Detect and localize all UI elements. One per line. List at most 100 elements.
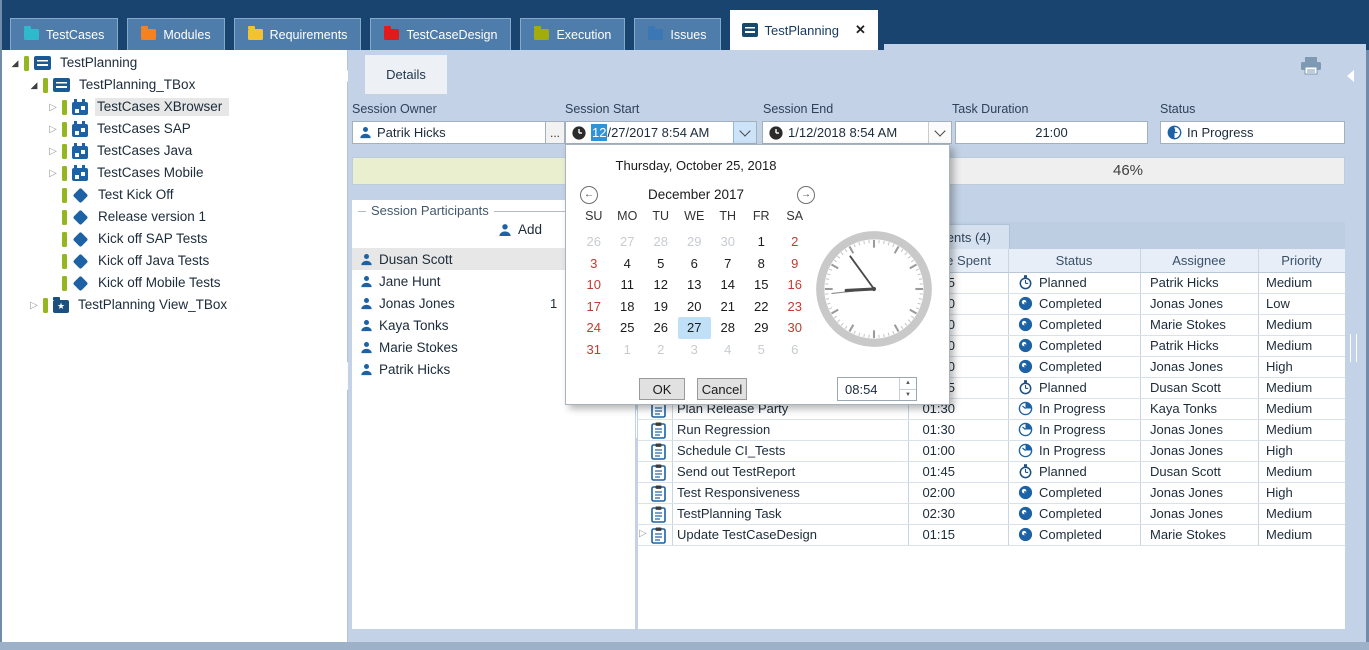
tree-item-testcases-xbrowser[interactable]: ▷TestCases XBrowser bbox=[2, 96, 347, 118]
collapse-right-panel-icon[interactable] bbox=[1347, 70, 1354, 82]
tree-item-testplanning-view-tbox[interactable]: ▷★TestPlanning View_TBox bbox=[2, 294, 347, 316]
cancel-button[interactable]: Cancel bbox=[697, 378, 747, 400]
collapsed-icon[interactable]: ▷ bbox=[46, 124, 60, 135]
table-row[interactable]: Run Regression01:30In ProgressJonas Jone… bbox=[638, 420, 1345, 441]
calendar-day[interactable]: 7 bbox=[711, 253, 745, 275]
calendar-day[interactable]: 1 bbox=[745, 231, 779, 253]
calendar-day[interactable]: 30 bbox=[778, 317, 812, 339]
session-owner-field[interactable]: Patrik Hicks ... bbox=[352, 121, 565, 144]
tree-item-testplanning[interactable]: ◢TestPlanning bbox=[2, 52, 347, 74]
session-end-field[interactable]: 1/12/2018 8:54 AM bbox=[762, 121, 952, 144]
tab-issues[interactable]: Issues bbox=[634, 18, 720, 50]
column-assignee[interactable]: Assignee bbox=[1140, 253, 1258, 268]
calendar-day[interactable]: 6 bbox=[678, 253, 712, 275]
calendar-day[interactable]: 3 bbox=[577, 253, 611, 275]
calendar-day[interactable]: 23 bbox=[778, 296, 812, 318]
tab-details[interactable]: Details bbox=[365, 55, 447, 94]
collapsed-icon[interactable]: ▷ bbox=[27, 300, 41, 311]
session-end-dropdown-button[interactable] bbox=[928, 122, 951, 143]
spinner-down-icon[interactable]: ▼ bbox=[900, 389, 916, 401]
collapse-left-panel-icon[interactable] bbox=[341, 70, 348, 82]
close-icon[interactable]: ✕ bbox=[855, 22, 866, 38]
next-month-icon[interactable]: → bbox=[797, 186, 815, 204]
table-row[interactable]: Send out TestReport01:45PlannedDusan Sco… bbox=[638, 462, 1345, 483]
calendar-day[interactable]: 21 bbox=[711, 296, 745, 318]
task-duration-field[interactable]: 21:00 bbox=[955, 121, 1148, 144]
tree-item-testcases-sap[interactable]: ▷TestCases SAP bbox=[2, 118, 347, 140]
calendar-day[interactable]: 5 bbox=[644, 253, 678, 275]
tab-execution[interactable]: Execution bbox=[520, 18, 625, 50]
tree-item-kick-off-sap-tests[interactable]: Kick off SAP Tests bbox=[2, 228, 347, 250]
collapsed-icon[interactable]: ▷ bbox=[46, 102, 60, 113]
calendar-day[interactable]: 27 bbox=[611, 231, 645, 253]
tree-item-test-kick-off[interactable]: Test Kick Off bbox=[2, 184, 347, 206]
calendar-day[interactable]: 8 bbox=[745, 253, 779, 275]
calendar-day[interactable]: 16 bbox=[778, 274, 812, 296]
session-start-dropdown-button[interactable] bbox=[733, 122, 756, 143]
tree-item-kick-off-mobile-tests[interactable]: Kick off Mobile Tests bbox=[2, 272, 347, 294]
tree-item-testcases-java[interactable]: ▷TestCases Java bbox=[2, 140, 347, 162]
calendar-day[interactable]: 15 bbox=[745, 274, 779, 296]
calendar-day[interactable]: 6 bbox=[778, 339, 812, 361]
calendar-day[interactable]: 12 bbox=[644, 274, 678, 296]
collapsed-icon[interactable]: ▷ bbox=[46, 168, 60, 179]
session-start-field[interactable]: 12/27/2017 8:54 AM bbox=[565, 121, 757, 144]
splitter-handle[interactable] bbox=[1350, 334, 1357, 362]
calendar-day[interactable]: 3 bbox=[678, 339, 712, 361]
prev-month-icon[interactable]: ← bbox=[580, 186, 598, 204]
tab-requirements[interactable]: Requirements bbox=[234, 18, 362, 50]
collapsed-icon[interactable]: ▷ bbox=[46, 146, 60, 157]
splitter-handle[interactable] bbox=[630, 410, 637, 438]
add-participant-button[interactable]: Add bbox=[498, 222, 542, 237]
expanded-icon[interactable]: ◢ bbox=[8, 58, 22, 69]
calendar-day[interactable]: 26 bbox=[644, 317, 678, 339]
ok-button[interactable]: OK bbox=[639, 378, 685, 400]
table-row[interactable]: Test Responsiveness02:00CompletedJonas J… bbox=[638, 483, 1345, 504]
tab-testplanning[interactable]: TestPlanning✕ bbox=[730, 10, 878, 50]
calendar-day[interactable]: 1 bbox=[611, 339, 645, 361]
calendar-day[interactable]: 28 bbox=[644, 231, 678, 253]
calendar-day[interactable]: 28 bbox=[711, 317, 745, 339]
tab-testcasedesign[interactable]: TestCaseDesign bbox=[370, 18, 511, 50]
calendar-day[interactable]: 19 bbox=[644, 296, 678, 318]
calendar-day[interactable]: 2 bbox=[644, 339, 678, 361]
table-row[interactable]: ▷Update TestCaseDesign01:15CompletedMari… bbox=[638, 525, 1345, 546]
spinner-up-icon[interactable]: ▲ bbox=[900, 378, 916, 389]
calendar-day[interactable]: 17 bbox=[577, 296, 611, 318]
calendar-day[interactable]: 2 bbox=[778, 231, 812, 253]
tree-item-testcases-mobile[interactable]: ▷TestCases Mobile bbox=[2, 162, 347, 184]
splitter-handle[interactable] bbox=[347, 362, 354, 390]
calendar-day[interactable]: 31 bbox=[577, 339, 611, 361]
tree-item-kick-off-java-tests[interactable]: Kick off Java Tests bbox=[2, 250, 347, 272]
calendar-day[interactable]: 29 bbox=[678, 231, 712, 253]
calendar-day[interactable]: 14 bbox=[711, 274, 745, 296]
status-field[interactable]: In Progress bbox=[1160, 121, 1345, 144]
calendar-day[interactable]: 9 bbox=[778, 253, 812, 275]
column-priority[interactable]: Priority bbox=[1258, 253, 1345, 268]
tab-testcases[interactable]: TestCases bbox=[10, 18, 118, 50]
calendar-day[interactable]: 29 bbox=[745, 317, 779, 339]
table-row[interactable]: TestPlanning Task02:30CompletedJonas Jon… bbox=[638, 504, 1345, 525]
tree-item-testplanning-tbox[interactable]: ◢TestPlanning_TBox bbox=[2, 74, 347, 96]
calendar-day[interactable]: 4 bbox=[711, 339, 745, 361]
calendar-day[interactable]: 13 bbox=[678, 274, 712, 296]
calendar-day[interactable]: 5 bbox=[745, 339, 779, 361]
calendar-day[interactable]: 24 bbox=[577, 317, 611, 339]
calendar-day[interactable]: 26 bbox=[577, 231, 611, 253]
calendar-day[interactable]: 11 bbox=[611, 274, 645, 296]
calendar-day[interactable]: 20 bbox=[678, 296, 712, 318]
expanded-icon[interactable]: ◢ bbox=[27, 80, 41, 91]
calendar-day[interactable]: 25 bbox=[611, 317, 645, 339]
time-input[interactable]: 08:54 ▲ ▼ bbox=[837, 377, 917, 401]
calendar-day[interactable]: 22 bbox=[745, 296, 779, 318]
calendar-day-selected[interactable]: 27 bbox=[678, 317, 712, 339]
tab-modules[interactable]: Modules bbox=[127, 18, 224, 50]
time-spinner[interactable]: ▲ ▼ bbox=[899, 378, 916, 400]
calendar-day[interactable]: 30 bbox=[711, 231, 745, 253]
column-status[interactable]: Status bbox=[1008, 253, 1140, 268]
print-icon[interactable] bbox=[1300, 57, 1322, 80]
collapsed-icon[interactable]: ▷ bbox=[639, 528, 647, 539]
tree-item-release-version-1[interactable]: Release version 1 bbox=[2, 206, 347, 228]
calendar-day[interactable]: 10 bbox=[577, 274, 611, 296]
owner-more-button[interactable]: ... bbox=[545, 122, 564, 143]
